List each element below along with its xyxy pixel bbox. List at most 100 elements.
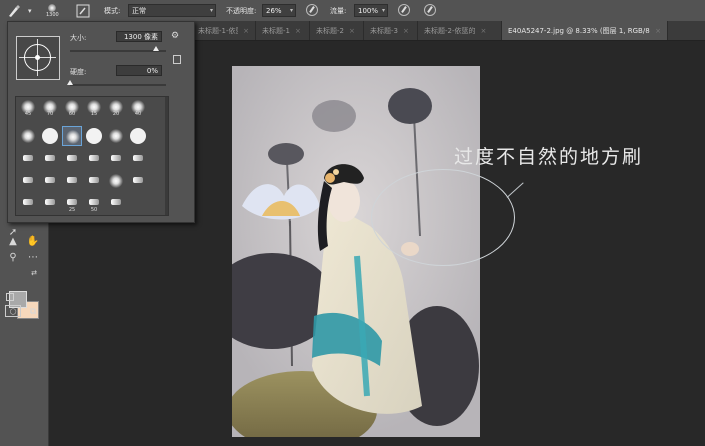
brush-preset[interactable] (40, 149, 60, 169)
brush-preset[interactable] (18, 149, 38, 169)
airbrush-icon[interactable] (398, 4, 410, 16)
size-input[interactable]: 1300 像素 (116, 31, 162, 42)
tab-label: 未标题-2 (316, 26, 344, 35)
opacity-label: 不透明度: (226, 6, 257, 15)
brush-preset[interactable] (128, 149, 148, 169)
brush-preset-size: 70 (46, 111, 54, 117)
brush-angle-roundness-control[interactable] (16, 36, 60, 80)
flow-input[interactable]: 100% ▾ (354, 4, 388, 17)
brush-preset[interactable] (18, 171, 38, 191)
hardness-input[interactable]: 0% (116, 65, 162, 76)
hardness-slider[interactable] (67, 80, 166, 86)
brush-preset-selected[interactable] (62, 126, 82, 146)
brush-preset-grid[interactable]: 45 70 60 15 20 40 25 50 (15, 96, 169, 216)
brush-preset[interactable] (106, 126, 126, 146)
brush-preset-picker: 大小: 1300 像素 硬度: 0% ⚙ 45 70 60 15 20 40 2… (7, 21, 195, 223)
tab-label: E40A5247-2.jpg @ 8.33% (图层 1, RGB/8) * (508, 26, 651, 35)
brush-preset[interactable] (106, 149, 126, 169)
size-slider-knob[interactable] (153, 46, 160, 51)
tab-label: 未标题-2-依篮的 (424, 26, 476, 35)
brush-preset[interactable] (40, 171, 60, 191)
brush-panel-toggle-icon[interactable] (76, 0, 90, 21)
direct-select-tool-icon[interactable]: ▲ (6, 234, 20, 248)
pressure-opacity-icon[interactable] (306, 4, 318, 16)
brush-preset[interactable]: 15 (84, 97, 104, 117)
brush-preset[interactable] (18, 126, 38, 146)
brush-preset-size: 40 (134, 111, 142, 117)
size-label: 大小: (70, 34, 87, 42)
new-preset-icon[interactable] (173, 55, 181, 64)
opacity-input[interactable]: 26% ▾ (262, 4, 296, 17)
brush-preset-button[interactable]: 1300 (46, 0, 59, 21)
brush-preset-size: 25 (68, 207, 76, 213)
brush-preset[interactable]: 45 (18, 97, 38, 117)
brush-preset-size: 45 (24, 111, 32, 117)
brush-preset[interactable] (40, 126, 60, 146)
brush-preset[interactable]: 50 (84, 193, 104, 213)
mode-value: 正常 (132, 6, 146, 15)
flow-label: 流量: (330, 6, 347, 15)
annotation-circle (371, 169, 515, 266)
brush-preset[interactable] (106, 193, 126, 213)
document-tab[interactable]: 未标题-1 × (256, 21, 310, 40)
close-icon[interactable]: × (295, 27, 301, 35)
brush-preset-size: 15 (90, 111, 98, 117)
mode-select[interactable]: 正常 ▾ (128, 4, 216, 17)
brush-preset-size: 50 (90, 207, 98, 213)
brush-preset[interactable]: 70 (40, 97, 60, 117)
close-icon[interactable]: × (349, 27, 355, 35)
brush-tool-icon[interactable] (6, 0, 22, 21)
close-icon[interactable]: × (243, 27, 249, 35)
screen-mode-icon[interactable]: ⧉ (26, 305, 40, 319)
close-icon[interactable]: × (481, 27, 487, 35)
hardness-label: 硬度: (70, 68, 87, 76)
brush-preset[interactable] (62, 171, 82, 191)
document-tab[interactable]: 未标题-3 × (364, 21, 418, 40)
close-icon[interactable]: × (655, 27, 661, 35)
pressure-size-icon[interactable] (424, 4, 436, 16)
more-tools-icon[interactable]: ⋯ (26, 250, 40, 264)
options-bar: ▾ 1300 模式: 正常 ▾ 不透明度: 26% ▾ 流量: 100% ▾ (0, 0, 705, 22)
brush-preset[interactable] (84, 126, 104, 146)
document-tab[interactable]: 未标题-2 × (310, 21, 364, 40)
size-slider[interactable] (70, 46, 166, 52)
brush-preset[interactable] (84, 149, 104, 169)
brush-preset[interactable]: 60 (62, 97, 82, 117)
zoom-tool-icon[interactable]: ⚲ (6, 250, 20, 264)
hand-tool-icon[interactable]: ✋ (26, 234, 40, 248)
brush-preset-size: 60 (68, 111, 76, 117)
brush-preset[interactable] (128, 126, 148, 146)
soft-brush-icon (48, 3, 57, 12)
tab-label: 未标题-3 (370, 26, 398, 35)
quick-mask-icon[interactable]: ◯ (5, 305, 21, 317)
brush-preset[interactable] (18, 193, 38, 213)
brush-preset-size: 20 (112, 111, 120, 117)
chevron-down-icon: ▾ (289, 7, 293, 14)
brush-preset[interactable] (84, 171, 104, 191)
hardness-slider-knob[interactable] (67, 80, 73, 85)
close-icon[interactable]: × (403, 27, 409, 35)
tab-label: 未标题-1 (262, 26, 290, 35)
preset-grid-scrollbar[interactable] (165, 97, 168, 215)
document-tab[interactable]: E40A5247-2.jpg @ 8.33% (图层 1, RGB/8) * × (502, 21, 668, 40)
default-colors-icon[interactable] (6, 293, 14, 301)
size-value: 1300 像素 (123, 32, 158, 41)
tool-preset-chevron-down-icon[interactable]: ▾ (28, 0, 32, 21)
hardness-value: 0% (146, 66, 158, 75)
brush-preset[interactable]: 25 (62, 193, 82, 213)
flow-value: 100% (358, 6, 379, 15)
brush-preset[interactable] (128, 171, 148, 191)
annotation-text: 过度不自然的地方刷 (454, 146, 644, 168)
brush-preset[interactable] (106, 171, 126, 191)
brush-preset[interactable]: 20 (106, 97, 126, 117)
opacity-value: 26% (266, 6, 282, 15)
brush-preset[interactable]: 40 (128, 97, 148, 117)
brush-preset[interactable] (40, 193, 60, 213)
chevron-down-icon: ▾ (381, 7, 385, 14)
gear-icon[interactable]: ⚙ (171, 31, 179, 41)
swap-colors-icon[interactable]: ⇄ (27, 266, 41, 280)
mode-label: 模式: (104, 6, 121, 15)
brush-preset[interactable] (62, 149, 82, 169)
document-tab[interactable]: 未标题-2-依篮的 × (418, 21, 502, 40)
document-tab[interactable]: 未标题-1-依篮的 × (192, 21, 256, 40)
